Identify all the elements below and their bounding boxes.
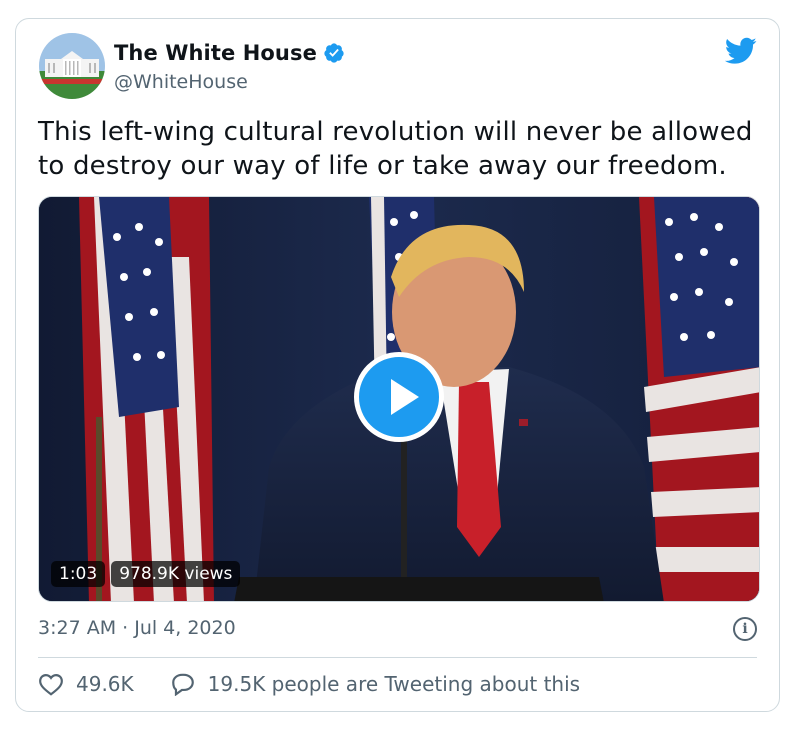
handle[interactable]: @WhiteHouse bbox=[114, 71, 248, 93]
like-count: 49.6K bbox=[76, 672, 134, 696]
video-badges: 1:03 978.9K views bbox=[51, 561, 241, 587]
avatar[interactable] bbox=[39, 33, 105, 99]
verified-badge-icon bbox=[324, 43, 344, 63]
video-views: 978.9K views bbox=[111, 561, 241, 587]
divider bbox=[38, 657, 757, 658]
heart-icon bbox=[39, 674, 63, 696]
like-button[interactable]: 49.6K bbox=[38, 672, 134, 696]
name-row: The White House bbox=[114, 41, 345, 65]
tweet-actions: 49.6K 19.5K people are Tweeting about th… bbox=[38, 672, 580, 696]
speech-bubble-icon bbox=[171, 673, 194, 696]
tweet-card[interactable]: The White House @WhiteHouse This left-wi… bbox=[15, 18, 780, 712]
play-icon bbox=[391, 379, 419, 415]
display-name[interactable]: The White House bbox=[114, 41, 317, 65]
tweet-timestamp[interactable]: 3:27 AM · Jul 4, 2020 bbox=[38, 617, 236, 639]
play-button[interactable] bbox=[354, 352, 444, 442]
twitter-bird-icon[interactable] bbox=[725, 37, 757, 65]
conversation-link[interactable]: 19.5K people are Tweeting about this bbox=[170, 672, 580, 696]
info-icon[interactable]: i bbox=[733, 617, 757, 641]
video-duration: 1:03 bbox=[51, 561, 106, 587]
video-player[interactable]: 1:03 978.9K views bbox=[38, 196, 760, 602]
tweet-text: This left-wing cultural revolution will … bbox=[38, 117, 753, 181]
conversation-text: 19.5K people are Tweeting about this bbox=[207, 672, 581, 696]
